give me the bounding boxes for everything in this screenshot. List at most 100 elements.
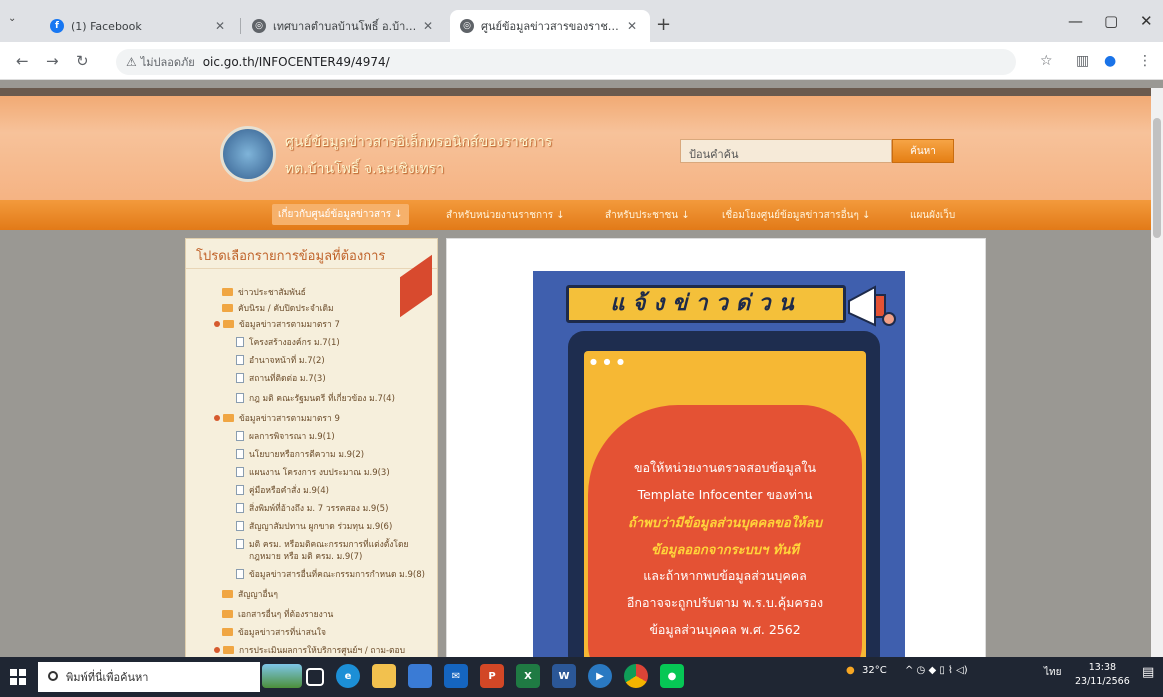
search-button[interactable]: ค้นหา	[892, 139, 954, 163]
chrome-icon[interactable]	[624, 664, 648, 688]
tab-municipality[interactable]: ◎ เทศบาลตำบลบ้านโพธิ์ อ.บ้านโพธิ์ จ. ✕	[242, 10, 446, 42]
notice-line: ขอให้หน่วยงานตรวจสอบข้อมูลใน	[633, 460, 817, 475]
close-icon[interactable]: ✕	[624, 19, 640, 33]
sidebar-item[interactable]: ข่าวประชาสัมพันธ์	[222, 285, 306, 299]
sidebar-item[interactable]: การประเมินผลการให้บริการศูนย์ฯ / ถาม-ตอบ	[214, 643, 405, 657]
document-icon	[236, 431, 244, 441]
task-view-icon[interactable]	[306, 668, 324, 686]
sidebar-item[interactable]: ข้อมูลข่าวสารตามมาตรา 7	[214, 317, 340, 331]
sidebar-item[interactable]: สถานที่ติดต่อ ม.7(3)	[236, 371, 326, 385]
profile-icon[interactable]: ●	[1104, 53, 1116, 69]
mail-icon[interactable]: ✉	[444, 664, 468, 688]
nav-links[interactable]: เชื่อมโยงศูนย์ข้อมูลข่าวสารอื่นๆ ↓	[722, 208, 870, 223]
sidebar-item[interactable]: นโยบายหรือการตีความ ม.9(2)	[236, 447, 364, 461]
menu-icon[interactable]: ⋮	[1138, 53, 1152, 69]
sidebar-item[interactable]: กฎหมาย หรือ มติ ครม. ม.9(7)	[249, 549, 362, 563]
line-icon[interactable]: ●	[660, 664, 684, 688]
search-icon	[48, 671, 58, 681]
sidebar-item[interactable]: ข้อมูลข่าวสารตามมาตรา 9	[214, 411, 340, 425]
notice-line: Template Infocenter ของท่าน	[637, 487, 813, 502]
page-scrollbar[interactable]	[1151, 88, 1163, 657]
sidebar-item[interactable]: สัญญาสัมปทาน ผูกขาด ร่วมทุน ม.9(6)	[236, 519, 392, 533]
sidebar-item[interactable]: เอกสารอื่นๆ ที่ต้องรายงาน	[222, 607, 333, 621]
notice-line-highlight: ถ้าพบว่ามีข้อมูลส่วนบุคคลขอให้ลบ	[628, 516, 822, 531]
browser-tab-strip: ⌄ f (1) Facebook ✕ ◎ เทศบาลตำบลบ้านโพธิ์…	[0, 0, 1163, 42]
notice-poster[interactable]: แจ้งข่าวด่วน ● ● ● ขอให้หน่วยงานตรวจสอบข…	[533, 271, 905, 657]
nav-about[interactable]: เกี่ยวกับศูนย์ข้อมูลข่าวสาร ↓	[272, 204, 409, 225]
tab-infocenter[interactable]: ◎ ศูนย์ข้อมูลข่าวสารของราชการ : บน ✕	[450, 10, 650, 42]
globe-icon: ◎	[252, 19, 266, 33]
scroll-thumb[interactable]	[1153, 118, 1161, 238]
nav-agencies[interactable]: สำหรับหน่วยงานราชการ ↓	[446, 208, 565, 223]
warning-icon[interactable]: ⚠	[126, 55, 137, 69]
windows-start-icon[interactable]	[10, 669, 26, 685]
forward-icon[interactable]: →	[46, 52, 59, 70]
header-strip	[0, 88, 1163, 96]
notification-icon[interactable]: ▤	[1142, 665, 1154, 680]
input-language[interactable]: ไทย	[1044, 665, 1061, 680]
side-panel-icon[interactable]: ▥	[1076, 53, 1089, 69]
sidebar-item[interactable]: คู่มือหรือคำสั่ง ม.9(4)	[236, 483, 329, 497]
sidebar-title: โปรดเลือกรายการข้อมูลที่ต้องการ	[186, 239, 437, 269]
tablet-screen: ● ● ● ขอให้หน่วยงานตรวจสอบข้อมูลใน Templ…	[584, 351, 866, 657]
weather-temp[interactable]: 32°C	[862, 665, 887, 676]
expand-bullet-icon[interactable]	[214, 321, 220, 327]
search-input[interactable]: ป้อนคำค้น	[680, 139, 892, 163]
bookmark-star-icon[interactable]: ☆	[1040, 53, 1053, 69]
word-icon[interactable]: W	[552, 664, 576, 688]
taskbar-clock[interactable]: 13:38 23/11/2566	[1075, 661, 1130, 689]
poster-banner: แจ้งข่าวด่วน	[566, 285, 846, 323]
new-tab-button[interactable]: +	[656, 14, 671, 35]
taskbar-search-input[interactable]: พิมพ์ที่นี่เพื่อค้นหา	[38, 662, 260, 692]
url-text[interactable]: oic.go.th/INFOCENTER49/4974/	[203, 55, 390, 69]
site-subtitle[interactable]: ทต.บ้านโพธิ์ จ.ฉะเชิงเทรา	[285, 158, 444, 180]
window-dots-icon: ● ● ●	[590, 357, 627, 366]
powerpoint-icon[interactable]: P	[480, 664, 504, 688]
tablet-frame: ● ● ● ขอให้หน่วยงานตรวจสอบข้อมูลใน Templ…	[568, 331, 880, 657]
sidebar-item-label: สิ่งพิมพ์ที่อ้างถึง ม. 7 วรรคสอง ม.9(5)	[249, 504, 389, 514]
sidebar-item[interactable]: กฎ มติ คณะรัฐมนตรี ที่เกี่ยวข้อง ม.7(4)	[236, 391, 395, 405]
expand-bullet-icon[interactable]	[214, 647, 220, 653]
expand-bullet-icon[interactable]	[214, 415, 220, 421]
minimize-icon[interactable]: —	[1068, 12, 1083, 30]
site-logo[interactable]	[220, 126, 276, 182]
close-window-icon[interactable]: ✕	[1140, 12, 1153, 30]
media-icon[interactable]: ▶	[588, 664, 612, 688]
document-icon	[236, 521, 244, 531]
close-icon[interactable]: ✕	[212, 19, 228, 33]
sidebar-item[interactable]: แผนงาน โครงการ งบประมาณ ม.9(3)	[236, 465, 390, 479]
sidebar-item[interactable]: ข้อมูลข่าวสารอื่นที่คณะกรรมการกำหนด ม.9(…	[236, 567, 425, 581]
sidebar-item[interactable]: โครงสร้างองค์กร ม.7(1)	[236, 335, 340, 349]
tray-icons[interactable]: ^ ◷ ◆ ▯ ⌇ ◁)	[905, 665, 968, 676]
close-icon[interactable]: ✕	[420, 19, 436, 33]
edge-icon[interactable]: e	[336, 664, 360, 688]
store-icon[interactable]	[408, 664, 432, 688]
sidebar-item-label: ข้อมูลข่าวสารตามมาตรา 9	[239, 414, 340, 424]
folder-icon	[223, 414, 234, 422]
maximize-icon[interactable]: ▢	[1104, 12, 1118, 30]
sidebar-item[interactable]: คับนิรม / คับปิดประจำเดิม	[222, 301, 334, 315]
sidebar-item[interactable]: สัญญาอื่นๆ	[222, 587, 278, 601]
notice-line-highlight: ข้อมูลออกจากระบบฯ ทันที	[651, 543, 799, 558]
file-explorer-icon[interactable]	[372, 664, 396, 688]
address-bar: ← → ↻ ⚠ ไม่ปลอดภัย oic.go.th/INFOCENTER4…	[0, 42, 1163, 80]
sidebar-item[interactable]: สิ่งพิมพ์ที่อ้างถึง ม. 7 วรรคสอง ม.9(5)	[236, 501, 388, 515]
weather-icon[interactable]: ●	[846, 665, 855, 676]
landscape-widget-icon[interactable]	[262, 664, 302, 688]
sidebar-item[interactable]: อำนาจหน้าที่ ม.7(2)	[236, 353, 325, 367]
site-header: ศูนย์ข้อมูลข่าวสารอิเล็กทรอนิกส์ของราชกา…	[0, 88, 1163, 200]
security-label[interactable]: ไม่ปลอดภัย	[141, 53, 195, 71]
excel-icon[interactable]: X	[516, 664, 540, 688]
sidebar-item[interactable]: ผลการพิจารณา ม.9(1)	[236, 429, 335, 443]
nav-public[interactable]: สำหรับประชาชน ↓	[605, 208, 690, 223]
tab-search-icon[interactable]: ⌄	[8, 13, 16, 24]
back-icon[interactable]: ←	[16, 52, 29, 70]
reload-icon[interactable]: ↻	[76, 52, 89, 70]
site-title[interactable]: ศูนย์ข้อมูลข่าวสารอิเล็กทรอนิกส์ของราชกา…	[285, 131, 552, 153]
sidebar-item-label: ข้อมูลข่าวสารที่น่าสนใจ	[238, 628, 326, 638]
sidebar-item-label: นโยบายหรือการตีความ ม.9(2)	[249, 450, 365, 460]
url-field[interactable]: ⚠ ไม่ปลอดภัย oic.go.th/INFOCENTER49/4974…	[116, 49, 1016, 75]
sidebar-item[interactable]: ข้อมูลข่าวสารที่น่าสนใจ	[222, 625, 326, 639]
tab-facebook[interactable]: f (1) Facebook ✕	[40, 10, 238, 42]
nav-sitemap[interactable]: แผนผังเว็บ	[910, 208, 955, 223]
